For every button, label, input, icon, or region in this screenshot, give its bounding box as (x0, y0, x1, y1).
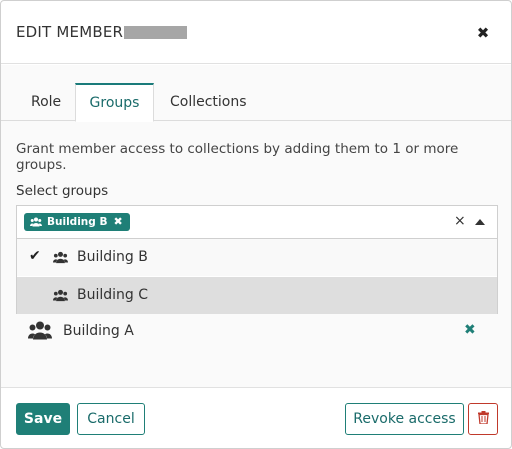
users-icon (53, 251, 68, 264)
clear-icon[interactable]: × (454, 213, 466, 229)
groups-select[interactable]: Building B ✖ × (16, 205, 498, 239)
option-label: Building C (77, 287, 149, 303)
users-icon (53, 289, 68, 302)
close-icon[interactable]: ✖ (473, 23, 493, 43)
checkmark-icon: ✔ (29, 248, 41, 264)
groups-description: Grant member access to collections by ad… (16, 141, 459, 173)
select-groups-label: Select groups (16, 183, 109, 199)
save-button[interactable]: Save (16, 403, 70, 435)
users-icon (30, 217, 42, 227)
trash-icon (477, 411, 489, 425)
selected-chip: Building B ✖ (24, 213, 130, 231)
tab-collections[interactable]: Collections (156, 83, 261, 121)
modal-title: EDIT MEMBER (16, 23, 124, 41)
delete-button[interactable] (468, 403, 498, 435)
remove-icon[interactable]: ✖ (464, 322, 476, 338)
users-icon (28, 321, 52, 340)
redacted-member-name (124, 26, 187, 39)
modal-footer: Save Cancel Revoke access (1, 387, 511, 448)
revoke-access-button[interactable]: Revoke access (345, 403, 464, 435)
modal-body: Role Groups Collections Grant member acc… (1, 65, 511, 387)
chip-label: Building B (47, 216, 108, 228)
modal-header: EDIT MEMBER ✖ (1, 1, 511, 64)
cancel-button[interactable]: Cancel (77, 403, 145, 435)
tab-bar: Role Groups Collections (1, 83, 511, 122)
chip-remove-icon[interactable]: ✖ (113, 215, 122, 228)
option-label: Building B (77, 249, 148, 265)
dropdown-option-building-b[interactable]: ✔ Building B (17, 239, 497, 276)
tab-role[interactable]: Role (17, 83, 75, 121)
assigned-group-row: Building A ✖ (16, 315, 498, 349)
tab-groups[interactable]: Groups (75, 83, 154, 122)
caret-up-icon[interactable] (475, 219, 485, 225)
dropdown-option-building-c[interactable]: Building C (17, 277, 497, 314)
assigned-group-label: Building A (63, 323, 134, 339)
edit-member-modal: EDIT MEMBER ✖ Role Groups Collections Gr… (0, 0, 512, 449)
groups-dropdown-menu: ✔ Building B Building C (16, 238, 498, 314)
